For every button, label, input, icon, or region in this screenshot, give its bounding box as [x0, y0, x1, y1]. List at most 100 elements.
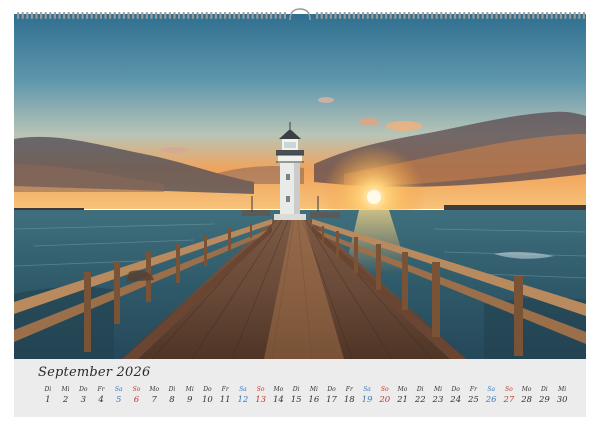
binding-loop [178, 12, 181, 19]
binding-loop [412, 12, 415, 19]
binding-loop [279, 12, 282, 19]
binding-loop [30, 12, 33, 19]
binding-loop [550, 12, 553, 19]
date-number: 18 [343, 395, 355, 405]
date-number: 21 [397, 395, 408, 405]
binding-loop [233, 12, 236, 19]
binding-loop [136, 12, 139, 19]
hanger-hook [289, 8, 311, 21]
binding-loop [564, 12, 567, 19]
date-number: 5 [116, 395, 122, 405]
binding-loop [352, 12, 355, 19]
binding-loop [316, 12, 319, 19]
binding-loop [582, 12, 585, 19]
binding-loop [463, 12, 466, 19]
date-number: 10 [202, 395, 213, 405]
binding-loop [270, 12, 273, 19]
date-number: 14 [272, 395, 284, 405]
weekday-label: Fr [469, 386, 477, 393]
binding-loop [191, 12, 194, 19]
binding-loop [26, 12, 29, 19]
binding-loop [99, 12, 102, 19]
binding-loop [417, 12, 420, 19]
weekday-label: Sa [239, 386, 247, 393]
binding-loop [385, 12, 388, 19]
binding-loop [155, 12, 158, 19]
binding-loop [49, 12, 52, 19]
weekday-label: So [256, 386, 265, 393]
binding-loop [366, 12, 369, 19]
weekday-label: Do [327, 386, 336, 393]
weekday-label: Di [416, 386, 424, 393]
binding-loop [141, 12, 144, 19]
weekday-label: So [380, 386, 389, 393]
binding-loop [362, 12, 365, 19]
binding-loop [500, 12, 503, 19]
binding-loop [431, 12, 434, 19]
date-number: 6 [133, 395, 140, 405]
date-number: 29 [538, 395, 550, 405]
weekday-label: Mi [433, 386, 442, 393]
binding-loop [205, 12, 208, 19]
binding-loop [228, 12, 231, 19]
binding-loop [145, 12, 148, 19]
binding-loop [444, 12, 447, 19]
binding-loop [398, 12, 401, 19]
weekday-label: So [132, 386, 141, 393]
binding-loop [40, 12, 43, 19]
date-number: 7 [151, 395, 157, 405]
binding-loop [210, 12, 213, 19]
binding-loop [86, 12, 89, 19]
binding-loop [348, 12, 351, 19]
binding-loop [104, 12, 107, 19]
binding-loop [237, 12, 240, 19]
date-number: 13 [255, 395, 267, 405]
weekday-label: Fr [221, 386, 229, 393]
binding-loop [251, 12, 254, 19]
binding-loop [265, 12, 268, 19]
binding-loop [109, 12, 112, 19]
binding-loop [72, 12, 75, 19]
binding-loop [371, 12, 374, 19]
weekday-label: Fr [345, 386, 353, 393]
binding-loop [518, 12, 521, 19]
binding-loop [67, 12, 70, 19]
binding-loop [187, 12, 190, 19]
date-number: 20 [379, 395, 391, 405]
weekday-label: Do [451, 386, 460, 393]
binding-loop [242, 12, 245, 19]
binding-loop [513, 12, 516, 19]
binding-loop [81, 12, 84, 19]
binding-loop [329, 12, 332, 19]
date-number: 2 [62, 395, 69, 405]
binding-loop [343, 12, 346, 19]
binding-loop [523, 12, 526, 19]
binding-loop [495, 12, 498, 19]
binding-loop [458, 12, 461, 19]
binding-loop [440, 12, 443, 19]
binding-loop [173, 12, 176, 19]
binding-loop [394, 12, 397, 19]
date-number: 19 [361, 395, 373, 405]
month-title: September 2026 [38, 365, 151, 380]
weekday-label: So [505, 386, 513, 393]
binding-loop [164, 12, 167, 19]
binding-loop [454, 12, 457, 19]
binding-loop [435, 12, 438, 19]
binding-loop [35, 12, 38, 19]
binding-loop [122, 12, 125, 19]
binding-loop [17, 12, 20, 19]
binding-loop [559, 12, 562, 19]
date-number: 28 [521, 395, 533, 405]
calendar-photo [14, 14, 586, 359]
weekday-label: Mi [309, 386, 318, 393]
binding-loop [472, 12, 475, 19]
date-number: 24 [450, 395, 462, 405]
weekday-label: Mo [521, 386, 532, 393]
weekday-label: Mi [558, 386, 567, 393]
date-number: 27 [503, 395, 515, 405]
binding-loop [486, 12, 489, 19]
binding-loop [44, 12, 47, 19]
binding-loop [283, 12, 286, 19]
binding-loop [504, 12, 507, 19]
